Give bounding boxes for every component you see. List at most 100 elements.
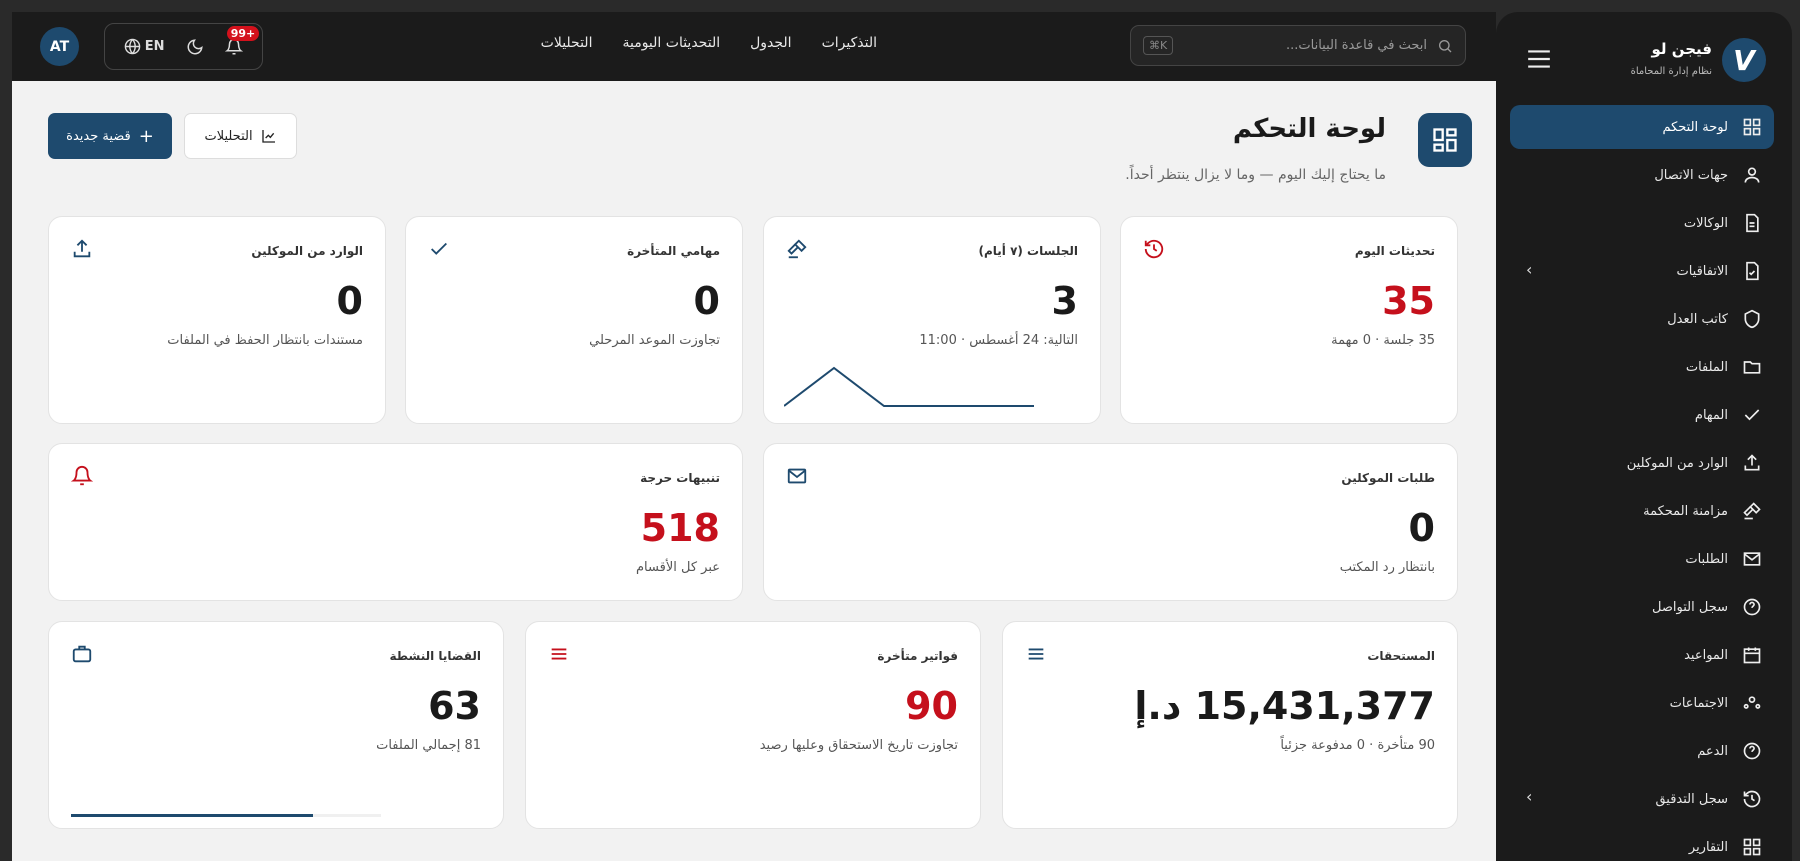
sidebar-item-1[interactable]: جهات الاتصال [1510, 153, 1774, 197]
active-cases-card[interactable]: القضايا النشطة 63 81 إجمالي الملفات [48, 621, 504, 829]
card-subtitle: مستندات بانتظار الحفظ في الملفات [167, 333, 363, 348]
gavel-icon [787, 239, 807, 259]
nav-schedule[interactable]: الجدول [750, 35, 791, 51]
sidebar-item-6[interactable]: المهام [1510, 393, 1774, 437]
app-name: فيجن لو [1651, 40, 1712, 58]
sidebar-item-10[interactable]: سجل التواصل [1510, 585, 1774, 629]
card-value: 90 [905, 684, 958, 728]
people-icon [1743, 696, 1761, 709]
sidebar-item-11[interactable]: المواعيد [1510, 633, 1774, 677]
plus-icon: + [138, 125, 154, 147]
card-value: 3 [1051, 279, 1078, 323]
sidebar-item-8[interactable]: مزامنة المحكمة [1510, 489, 1774, 533]
today-updates-card[interactable]: تحديثات اليوم 35 35 جلسة · 0 مهمة [1120, 216, 1458, 424]
card-title: الجلسات (٧ أيام) [978, 244, 1078, 258]
sidebar-item-9[interactable]: الطلبات [1510, 537, 1774, 581]
sidebar-item-label: جهات الاتصال [1654, 167, 1728, 183]
card-subtitle: بانتظار رد المكتب [1339, 560, 1435, 575]
globe-icon [124, 38, 140, 55]
sidebar-item-label: سجل التدقيق [1655, 791, 1728, 807]
analytics-button[interactable]: التحليلات [184, 113, 297, 159]
topbar: AT 99+ EN التذكيرات الجدول التحديثات الي… [12, 12, 1496, 81]
sessions-card[interactable]: الجلسات (٧ أيام) 3 التالية: 24 أغسطس · 1… [763, 216, 1101, 424]
sessions-sparkline [784, 366, 1034, 407]
notifications-button[interactable]: 99+ [225, 25, 260, 56]
card-subtitle: 90 متأخرة · 0 مدفوعة جزئياً [1280, 738, 1435, 753]
list-icon [1028, 648, 1044, 660]
card-title: المستحقات [1367, 649, 1435, 663]
card-title: مهامي المتأخرة [627, 244, 720, 258]
sidebar-item-13[interactable]: الدعم [1510, 729, 1774, 773]
sidebar-item-label: الاجتماعات [1669, 695, 1728, 711]
progress-track [71, 814, 381, 817]
toolbar-group: 99+ EN [104, 23, 263, 70]
folder-icon [1743, 361, 1761, 374]
help-icon [1743, 598, 1761, 616]
nav-analytics[interactable]: التحليلات [541, 35, 593, 51]
sidebar-item-label: المواعيد [1684, 647, 1728, 663]
search-input[interactable] [1183, 38, 1427, 53]
incoming-card[interactable]: الوارد من الموكلين 0 مستندات بانتظار الح… [48, 216, 386, 424]
nav-reminders[interactable]: التذكيرات [822, 35, 877, 51]
sidebar-item-5[interactable]: الملفات [1510, 345, 1774, 389]
sidebar-item-7[interactable]: الوارد من الموكلين [1510, 441, 1774, 485]
search-box[interactable]: K⌘ [1130, 25, 1466, 66]
critical-alerts-card[interactable]: تنبيهات حرجة 518 عبر كل الأقسام [48, 443, 743, 601]
overdue-tasks-card[interactable]: مهامي المتأخرة 0 تجاوزت الموعد المرحلي [405, 216, 743, 424]
new-case-button[interactable]: + قضية جديدة [48, 113, 172, 159]
card-value: 0 [693, 279, 720, 323]
shortcut-hint: K⌘ [1143, 36, 1174, 55]
sidebar-item-label: كاتب العدل [1667, 311, 1728, 327]
card-value: 0 [336, 279, 363, 323]
card-subtitle: 81 إجمالي الملفات [376, 738, 481, 753]
language-switch[interactable]: EN [124, 38, 164, 55]
list-icon [551, 648, 567, 660]
analytics-label: التحليلات [204, 128, 253, 144]
card-subtitle: 35 جلسة · 0 مهمة [1331, 333, 1435, 348]
card-title: الوارد من الموكلين [251, 244, 363, 258]
receivables-card[interactable]: المستحقات 15,431,377 د.إ 90 متأخرة · 0 م… [1002, 621, 1458, 829]
sidebar-item-4[interactable]: كاتب العدل [1510, 297, 1774, 341]
hamburger-icon [1528, 50, 1550, 68]
menu-toggle[interactable] [1526, 48, 1552, 74]
avatar[interactable]: AT [40, 27, 79, 66]
search-icon [1439, 39, 1452, 52]
grid-icon [1743, 838, 1761, 856]
card-value: 63 [428, 684, 481, 728]
nav-daily-updates[interactable]: التحديثات اليومية [622, 35, 720, 51]
user-icon [1744, 167, 1760, 183]
page-subtitle: ما يحتاج إليك اليوم — وما لا يزال ينتظر … [1125, 167, 1386, 183]
sidebar-item-12[interactable]: الاجتماعات [1510, 681, 1774, 725]
sidebar-item-label: الدعم [1697, 743, 1728, 759]
check-icon [431, 242, 447, 255]
sidebar-item-3[interactable]: الاتفاقيات [1510, 249, 1774, 293]
chart-icon [261, 130, 275, 143]
briefcase-icon [72, 645, 92, 663]
sidebar-item-0[interactable]: لوحة التحكم [1510, 105, 1774, 149]
sidebar-item-label: الوكالات [1683, 215, 1728, 231]
notification-badge: 99+ [226, 25, 260, 41]
mail-icon [1743, 552, 1761, 566]
main-area: AT 99+ EN التذكيرات الجدول التحديثات الي… [12, 12, 1496, 861]
chevron-left-icon[interactable]: ‹ [1526, 260, 1532, 279]
card-title: طلبات الموكلين [1341, 471, 1435, 485]
chevron-left-icon[interactable]: ‹ [1526, 787, 1532, 806]
mail-icon [787, 468, 807, 484]
gavel-icon [1743, 502, 1761, 520]
grid-icon [1433, 128, 1457, 152]
doc-check-icon [1746, 261, 1759, 281]
calendar-icon [1743, 647, 1761, 664]
shield-icon [1744, 309, 1760, 329]
sidebar-item-2[interactable]: الوكالات [1510, 201, 1774, 245]
sidebar-item-15[interactable]: التقارير [1510, 825, 1774, 861]
sidebar-item-label: الوارد من الموكلين [1626, 455, 1728, 471]
overdue-invoices-card[interactable]: فواتير متأخرة 90 تجاوزت تاريخ الاستحقاق … [525, 621, 981, 829]
sidebar-item-14[interactable]: سجل التدقيق [1510, 777, 1774, 821]
sidebar-item-label: مزامنة المحكمة [1643, 503, 1728, 519]
client-requests-card[interactable]: طلبات الموكلين 0 بانتظار رد المكتب [763, 443, 1458, 601]
card-subtitle: التالية: 24 أغسطس · 11:00 [919, 333, 1078, 348]
theme-toggle[interactable] [186, 38, 204, 56]
sidebar-item-label: المهام [1694, 407, 1728, 423]
logo-icon: V [1722, 38, 1766, 82]
help-icon [1743, 742, 1761, 760]
